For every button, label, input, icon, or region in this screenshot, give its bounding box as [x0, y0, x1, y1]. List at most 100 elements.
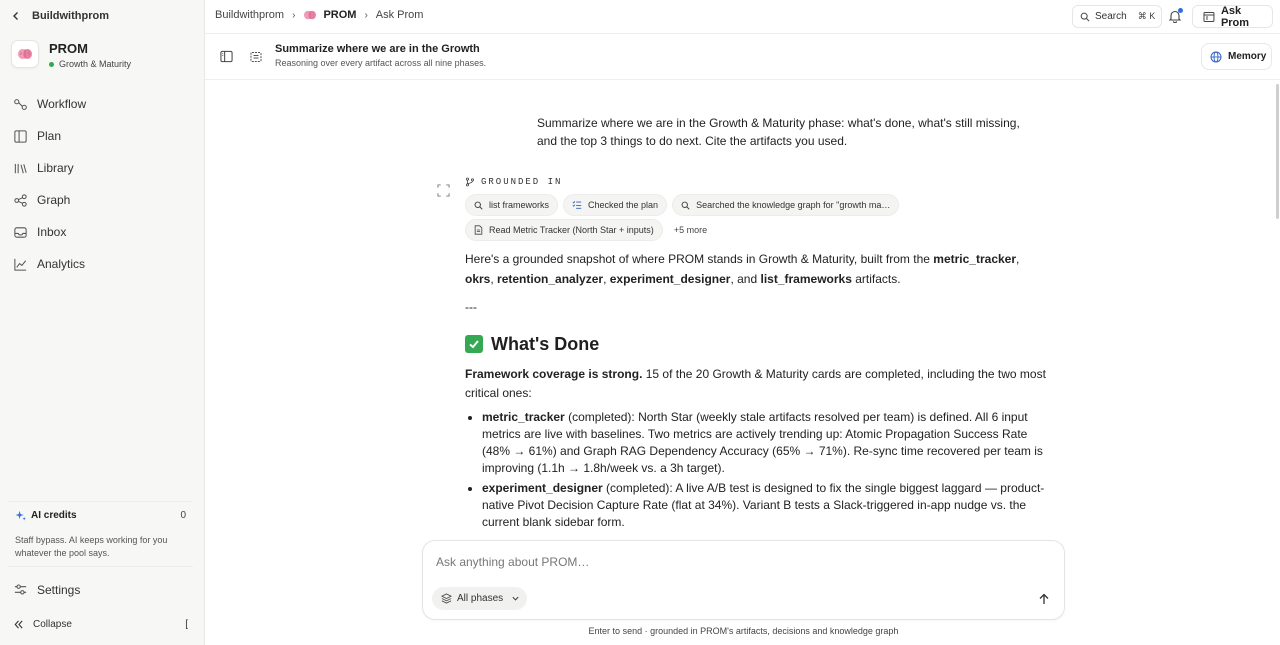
sidebar-item-label: Graph	[37, 193, 71, 207]
answer-intro: Here's a grounded snapshot of where PROM…	[465, 249, 1050, 289]
artifact-name: experiment_designer	[609, 272, 731, 286]
source-chip[interactable]: Checked the plan	[563, 194, 668, 216]
chat-header: Summarize where we are in the Growth Rea…	[205, 35, 1280, 80]
composer-hint: Enter to send · grounded in PROM's artif…	[588, 626, 899, 636]
user-message: Summarize where we are in the Growth & M…	[537, 116, 1020, 148]
top-bar: Buildwithprom › PROM › Ask Prom Search ⌘…	[205, 0, 1280, 34]
breadcrumb-project[interactable]: PROM	[303, 9, 356, 21]
ask-prom-label: Ask Prom	[1220, 4, 1250, 29]
chevron-right-icon: ›	[364, 9, 368, 21]
status-dot	[49, 61, 54, 67]
arrow-up-icon	[1039, 593, 1049, 604]
memory-label: Memory	[1228, 51, 1267, 62]
sidebar-item-label: Analytics	[37, 257, 86, 271]
sparkle-icon	[15, 510, 26, 521]
answer-bold-text: Framework coverage is strong.	[465, 367, 643, 381]
search-icon	[474, 201, 483, 210]
sidebar-nav: Workflow Plan Library Graph Inbox Analyt…	[0, 88, 205, 280]
assistant-answer: Here's a grounded snapshot of where PROM…	[465, 249, 1050, 534]
source-chips: list frameworks Checked the plan Searche…	[465, 194, 925, 244]
sidebar-item-workflow[interactable]: Workflow	[0, 88, 205, 120]
artifact-name: retention_analyzer	[497, 272, 604, 286]
search-button[interactable]: Search ⌘ K	[1072, 5, 1162, 28]
conversation-thread: Summarize where we are in the Growth & M…	[205, 80, 1275, 535]
workspace-back-link[interactable]: Buildwithprom	[10, 8, 109, 24]
section-heading: What's Done	[465, 334, 1050, 354]
source-chip[interactable]: list frameworks	[465, 194, 559, 216]
sidebar-item-plan[interactable]: Plan	[0, 120, 205, 152]
sidebar-item-analytics[interactable]: Analytics	[0, 248, 205, 280]
checklist-icon	[572, 201, 582, 209]
notification-badge	[1178, 8, 1183, 13]
scrollbar[interactable]	[1275, 80, 1280, 535]
send-button[interactable]	[1034, 589, 1054, 609]
memory-button[interactable]: Memory	[1201, 43, 1272, 70]
conversation-title: Summarize where we are in the Growth	[275, 43, 480, 55]
workflow-icon	[14, 98, 27, 110]
coverage-paragraph: Framework coverage is strong. 15 of the …	[465, 365, 1050, 403]
search-icon	[1080, 12, 1090, 22]
globe-icon	[1210, 51, 1222, 62]
scrollbar-thumb[interactable]	[1276, 84, 1279, 219]
message-composer: All phases	[422, 540, 1065, 620]
answer-text: , and	[730, 272, 761, 286]
sidebar-item-label: Workflow	[37, 97, 87, 111]
breadcrumb-workspace[interactable]: Buildwithprom	[215, 9, 284, 21]
ask-prom-button[interactable]: Ask Prom	[1192, 4, 1273, 29]
search-label: Search	[1095, 11, 1127, 22]
more-sources-button[interactable]: +5 more	[668, 219, 713, 241]
sidebar-item-label: Inbox	[37, 225, 67, 239]
artifact-name: list_frameworks	[760, 272, 852, 286]
graph-icon	[14, 193, 27, 207]
toggle-sidebar-icon[interactable]	[220, 50, 233, 68]
layers-icon	[441, 593, 452, 604]
artifact-name: okrs	[465, 272, 491, 286]
sidebar-item-label: Library	[37, 161, 74, 175]
collapse-sidebar-button[interactable]: Collapse [	[13, 619, 188, 630]
source-chip-label: Checked the plan	[588, 200, 659, 210]
artifact-name: experiment_designer	[482, 481, 603, 495]
conversation-subtitle: Reasoning over every artifact across all…	[275, 58, 487, 68]
app-window: Buildwithprom PROM Growth & Maturity Wor…	[0, 0, 1280, 645]
answer-text: (completed): North Star (weekly stale ar…	[482, 410, 1043, 475]
phase-filter-select[interactable]: All phases	[432, 587, 527, 610]
credits-title: AI credits	[31, 510, 77, 521]
artifact-name: metric_tracker	[482, 410, 565, 424]
source-chip-label: list frameworks	[489, 200, 550, 210]
source-chip-label: Read Metric Tracker (North Star + inputs…	[489, 225, 654, 235]
chevron-right-icon: ›	[292, 9, 296, 21]
sidebar-item-graph[interactable]: Graph	[0, 184, 205, 216]
collapse-label: Collapse	[33, 619, 72, 630]
ai-credits-panel: AI credits 0 Staff bypass. AI keeps work…	[8, 501, 193, 567]
project-switcher[interactable]: PROM Growth & Maturity	[11, 40, 131, 69]
answer-text: artifacts.	[851, 272, 901, 286]
source-chip-label: Searched the knowledge graph for "growth…	[696, 200, 891, 210]
list-item: metric_tracker (completed): North Star (…	[482, 409, 1050, 477]
search-shortcut: ⌘ K	[1137, 11, 1156, 21]
sidebar-item-library[interactable]: Library	[0, 152, 205, 184]
artifact-name: metric_tracker	[933, 252, 1017, 266]
grounded-in-label: GROUNDED IN	[481, 177, 563, 187]
sidebar-item-inbox[interactable]: Inbox	[0, 216, 205, 248]
settings-link[interactable]: Settings	[13, 582, 80, 597]
chevron-left-icon	[10, 10, 22, 22]
message-input[interactable]	[436, 554, 1036, 570]
credits-count: 0	[180, 510, 186, 521]
analytics-icon	[14, 258, 27, 271]
plan-icon	[14, 129, 27, 143]
settings-sliders-icon	[14, 584, 27, 595]
source-chip[interactable]: Searched the knowledge graph for "growth…	[672, 194, 900, 216]
list-item: experiment_designer (completed): A live …	[482, 480, 1050, 531]
notifications-button[interactable]	[1167, 8, 1183, 24]
chat-history-icon[interactable]	[250, 50, 262, 68]
panel-icon	[1203, 11, 1215, 22]
source-chip[interactable]: Read Metric Tracker (North Star + inputs…	[465, 219, 663, 241]
breadcrumb-current: Ask Prom	[375, 9, 424, 21]
project-phase: Growth & Maturity	[49, 59, 131, 69]
breadcrumb-project-label: PROM	[323, 9, 357, 21]
answer-text: ,	[1016, 252, 1020, 266]
sidebar: Buildwithprom PROM Growth & Maturity Wor…	[0, 0, 205, 645]
workspace-name: Buildwithprom	[32, 10, 109, 22]
settings-label: Settings	[37, 582, 81, 597]
phase-filter-label: All phases	[457, 593, 504, 604]
